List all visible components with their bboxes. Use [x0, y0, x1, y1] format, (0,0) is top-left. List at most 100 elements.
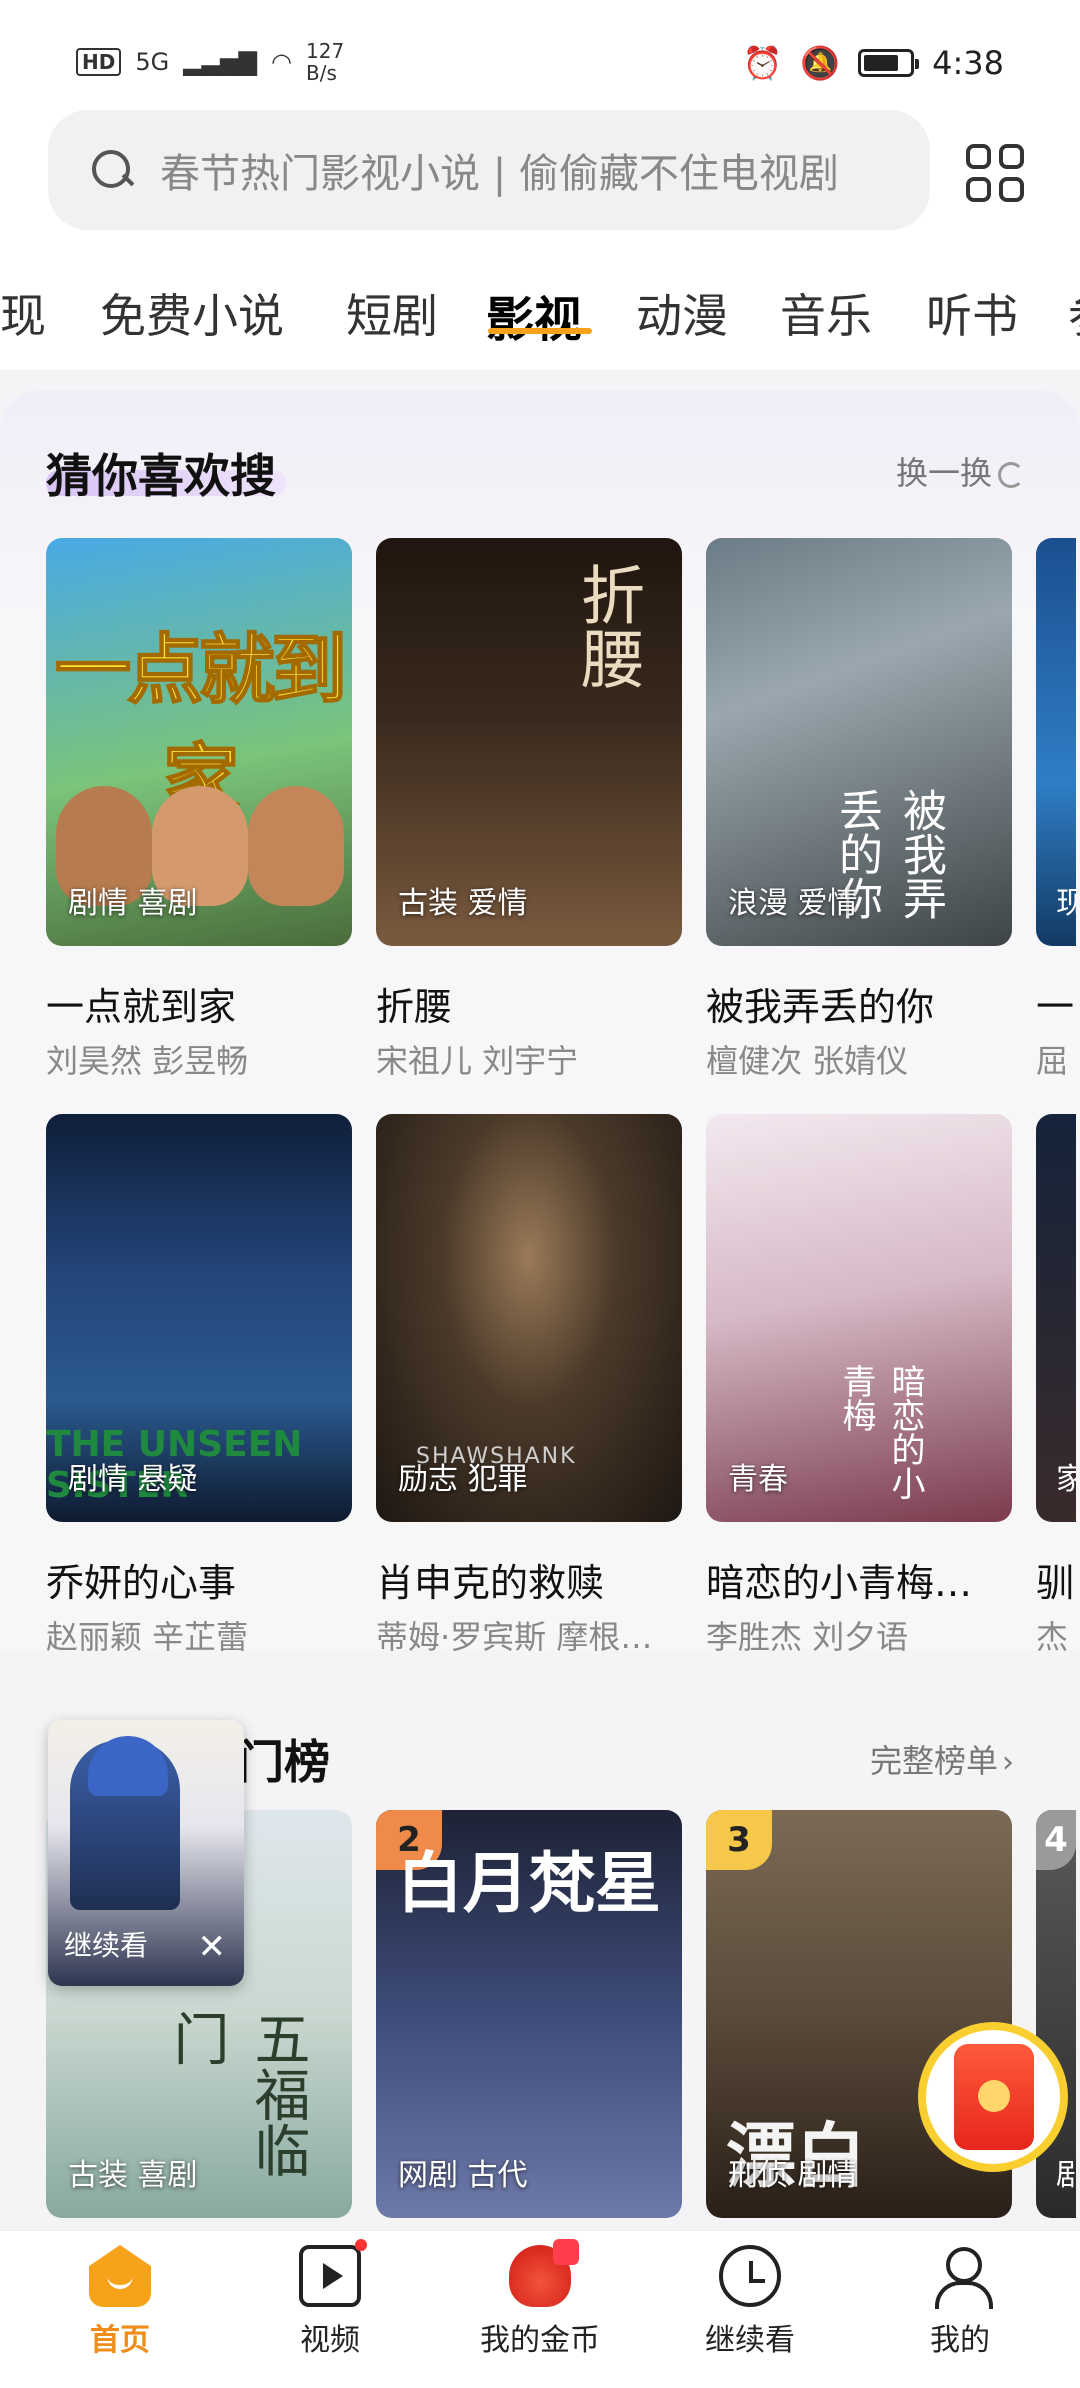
genre-tag: 剧情 喜剧	[68, 886, 198, 921]
movie-cast: 李胜杰 刘夕语	[706, 1618, 909, 1656]
home-icon	[89, 2245, 151, 2307]
tab-free-novels[interactable]: 免费小说	[100, 280, 284, 346]
genre-tag: 家	[1056, 1462, 1076, 1497]
movie-cast: 檀健次 张婧仪	[706, 1042, 909, 1080]
video-icon	[299, 2239, 367, 2307]
tab-0[interactable]: 现	[0, 280, 46, 346]
genre-tag: 浪漫 爱情	[728, 886, 858, 921]
coin-icon	[978, 2080, 1010, 2112]
battery-fill	[864, 55, 899, 71]
user-icon	[929, 2245, 993, 2309]
nav-history[interactable]: 继续看	[670, 2245, 830, 2359]
poster-logo-text: 被我弄丢的你	[831, 788, 946, 920]
genre-tag: 现	[1056, 886, 1076, 921]
nav-history-label: 继续看	[705, 2323, 795, 2358]
movie-title[interactable]: 折腰	[376, 976, 682, 1031]
bottom-nav: 首页 视频 我的金币 继续看 我的	[0, 2230, 1080, 2388]
hot-rank-title: 门榜	[238, 1735, 330, 1789]
nav-coins-label: 我的金币	[480, 2323, 600, 2358]
tab-anime[interactable]: 动漫	[636, 280, 728, 346]
genre-tag: 古装 喜剧	[68, 2158, 198, 2193]
search-bar[interactable]: 春节热门影视小说 | 偷偷藏不住电视剧	[48, 110, 930, 230]
active-tab-indicator	[488, 328, 592, 334]
poster-partial[interactable]: 家	[1036, 1114, 1076, 1522]
poster-figure	[248, 786, 344, 906]
genre-tag: 剧	[1056, 2158, 1076, 2193]
close-icon[interactable]: ✕	[198, 1930, 227, 1964]
nav-home[interactable]: 首页	[40, 2245, 200, 2359]
tab-audiobook[interactable]: 听书	[926, 280, 1018, 346]
grid-menu-icon[interactable]	[966, 144, 1024, 202]
genre-tag: 网剧 古代	[398, 2158, 528, 2193]
network-label: 5G	[135, 48, 170, 76]
movie-title[interactable]: 驯	[1036, 1552, 1080, 1607]
genre-tag: 古装 爱情	[398, 886, 528, 921]
movie-title[interactable]: 肖申克的救赎	[376, 1552, 682, 1607]
speed-value: 127	[306, 39, 345, 63]
net-speed: 127 B/s	[306, 40, 344, 84]
tab-short-drama[interactable]: 短剧	[346, 280, 438, 346]
tab-music[interactable]: 音乐	[780, 280, 872, 346]
history-icon	[719, 2245, 781, 2307]
movie-cast: 屈	[1036, 1042, 1069, 1080]
continue-watching-label: 继续看	[64, 1929, 149, 1962]
nav-me-label: 我的	[930, 2323, 990, 2358]
clock-time: 4:38	[932, 44, 1004, 82]
status-bar: HD 5G ▂▃▅▇ ◠ 127 B/s ⏰ 🔕 4:38	[0, 0, 1080, 110]
poster-logo-text: 暗恋的小青梅	[836, 1364, 925, 1500]
rank-badge: 3	[706, 1810, 772, 1870]
refresh-label: 换一换	[896, 454, 993, 492]
movie-cast: 刘昊然 彭昱畅	[46, 1042, 249, 1080]
chevron-right-icon: ›	[1002, 1745, 1015, 1780]
poster-qiaoyandexinshi[interactable]: THE UNSEEN SISTER 剧情 悬疑	[46, 1114, 352, 1522]
signal-icon: ▂▃▅▇	[183, 48, 258, 76]
poster-partial[interactable]: 4 剧	[1036, 1810, 1076, 2218]
genre-tag: 青春	[728, 1462, 788, 1497]
movie-cast: 杰	[1036, 1618, 1069, 1656]
red-packet-button[interactable]	[918, 2022, 1068, 2172]
movie-title[interactable]: 暗恋的小青梅…	[706, 1552, 1012, 1607]
notification-dot	[355, 2239, 367, 2251]
mute-icon: 🔕	[800, 44, 841, 82]
nav-me[interactable]: 我的	[880, 2245, 1040, 2359]
movie-title[interactable]: 一点就到家	[46, 976, 352, 1031]
coin-bag-icon	[509, 2239, 579, 2307]
movie-title[interactable]: 一	[1036, 976, 1080, 1031]
tab-film-tv[interactable]: 影视	[486, 280, 582, 350]
status-right: ⏰ 🔕 4:38	[742, 44, 1004, 82]
battery-icon	[858, 49, 920, 77]
genre-tag: 励志 犯罪	[398, 1462, 528, 1497]
nav-video-label: 视频	[300, 2323, 360, 2358]
speed-unit: B/s	[306, 61, 337, 85]
poster-baiyuefanxing[interactable]: 2 白月梵星 网剧 古代	[376, 1810, 682, 2218]
alarm-icon: ⏰	[742, 44, 783, 82]
full-ranking-label: 完整榜单	[870, 1742, 999, 1780]
search-icon	[88, 146, 136, 194]
refresh-icon	[998, 462, 1025, 488]
genre-tag: 剧情 悬疑	[68, 1462, 198, 1497]
poster-shawshank[interactable]: SHAWSHANK 励志 犯罪	[376, 1114, 682, 1522]
movie-cast: 宋祖儿 刘宇宁	[376, 1042, 579, 1080]
guess-title: 猜你喜欢搜	[46, 449, 276, 503]
poster-logo-text: 折腰	[570, 562, 644, 690]
poster-zheyao[interactable]: 折腰 古装 爱情	[376, 538, 682, 946]
continue-watching-float[interactable]: 继续看 ✕	[48, 1720, 244, 1986]
hd-badge: HD	[76, 48, 122, 76]
poster-anliandexiaoqingmei[interactable]: 暗恋的小青梅 青春	[706, 1114, 1012, 1522]
rank-badge: 4	[1036, 1810, 1076, 1870]
wifi-icon: ◠	[271, 48, 292, 76]
refresh-button[interactable]: 换一换	[896, 448, 1025, 494]
nav-coins[interactable]: 我的金币	[460, 2239, 620, 2359]
status-left: HD 5G ▂▃▅▇ ◠ 127 B/s	[76, 40, 344, 84]
tab-more[interactable]: 参	[1068, 280, 1080, 346]
poster-partial[interactable]: 现	[1036, 538, 1076, 946]
full-ranking-button[interactable]: 完整榜单 ›	[870, 1736, 1014, 1782]
poster-beiwonongdiudeni[interactable]: 被我弄丢的你 浪漫 爱情	[706, 538, 1012, 946]
search-placeholder: 春节热门影视小说 | 偷偷藏不住电视剧	[160, 151, 839, 197]
movie-cast: 赵丽颖 辛芷蕾	[46, 1618, 249, 1656]
movie-title[interactable]: 乔妍的心事	[46, 1552, 352, 1607]
poster-yidianjiudaojia[interactable]: 一点就到家 剧情 喜剧	[46, 538, 352, 946]
nav-home-label: 首页	[90, 2323, 150, 2358]
nav-video[interactable]: 视频	[250, 2239, 410, 2359]
movie-title[interactable]: 被我弄丢的你	[706, 976, 1012, 1031]
